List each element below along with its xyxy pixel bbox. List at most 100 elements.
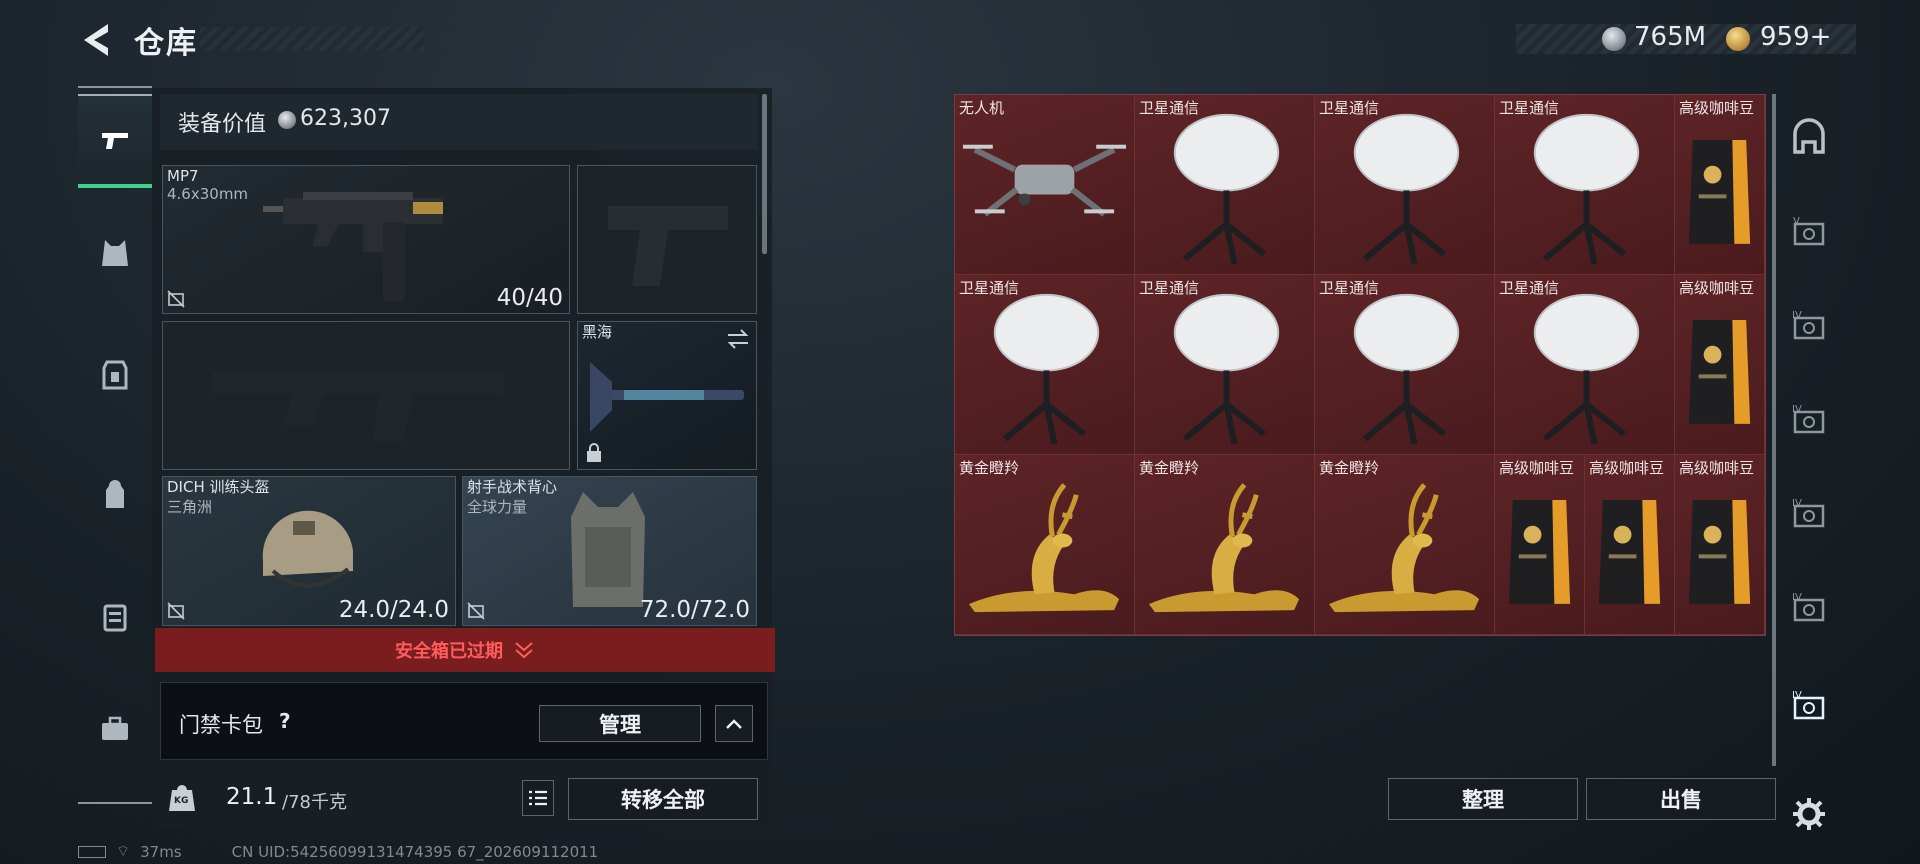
armor-durability: 72.0/72.0: [639, 597, 750, 623]
tab-armor[interactable]: [78, 328, 152, 422]
item-name: 高级咖啡豆: [1679, 99, 1755, 117]
weight-icon: KG: [168, 782, 196, 812]
pistol-icon: [102, 133, 128, 149]
chevron-up-icon: [726, 718, 742, 729]
safebox-expired-bar[interactable]: 安全箱已过期: [155, 628, 775, 672]
melee-slot[interactable]: 黑海: [577, 321, 757, 470]
page-title: 仓库: [134, 26, 198, 61]
item-name: 黄金瞪羚: [1139, 459, 1200, 477]
item-name: 卫星通信: [1499, 99, 1560, 117]
lock-icon: [587, 443, 601, 462]
manage-button[interactable]: 管理: [539, 705, 701, 742]
keycard-label: 门禁卡包: [179, 713, 263, 737]
keycard-pack-bar: 门禁卡包 ? 管理: [160, 682, 768, 760]
armor-brand: 全球力量: [467, 498, 528, 516]
inventory-item-coffee[interactable]: 高级咖啡豆: [1495, 455, 1585, 635]
sell-button[interactable]: 出售: [1586, 778, 1776, 820]
tab-safebox[interactable]: [78, 682, 152, 776]
transfer-all-button[interactable]: 转移全部: [568, 778, 758, 820]
silver-coin-icon: [1602, 27, 1626, 51]
wifi-icon: ⌔: [116, 842, 131, 860]
inventory-item-gazelle[interactable]: 黄金瞪羚: [955, 455, 1135, 635]
title-decoration: [200, 27, 425, 51]
tab-backpack[interactable]: [78, 448, 152, 542]
pouch-icon: [103, 604, 127, 632]
inventory-item-dish[interactable]: 卫星通信: [1315, 275, 1495, 455]
list-view-button[interactable]: [522, 780, 554, 816]
armor-icon: [102, 360, 128, 390]
inventory-item-coffee[interactable]: 高级咖啡豆: [1675, 275, 1765, 455]
right-tab-2[interactable]: IV: [1776, 282, 1842, 370]
inventory-item-dish[interactable]: 卫星通信: [1315, 95, 1495, 275]
weight-current: 21.1: [226, 784, 278, 810]
armor-slot[interactable]: 射手战术背心 全球力量 72.0/72.0: [462, 476, 757, 626]
item-name: 黄金瞪羚: [1319, 459, 1380, 477]
inventory-item-coffee[interactable]: 高级咖啡豆: [1675, 95, 1765, 275]
coffee-image: [1688, 320, 1751, 424]
inventory-item-coffee[interactable]: 高级咖啡豆: [1585, 455, 1675, 635]
secondary-weapon-slot-empty[interactable]: [162, 321, 570, 470]
right-tab-7[interactable]: [1776, 770, 1842, 858]
inventory-item-coffee[interactable]: 高级咖啡豆: [1675, 455, 1765, 635]
armor-name: 射手战术背心: [467, 478, 558, 496]
battery-icon: [78, 845, 106, 858]
primary-weapon-slot[interactable]: MP7 4.6x30mm 40/40: [162, 165, 570, 314]
right-tab-1[interactable]: V: [1776, 188, 1842, 276]
pistol-slot-empty[interactable]: [577, 165, 757, 314]
axe-image: [590, 362, 744, 432]
back-button[interactable]: [78, 20, 112, 60]
item-name: 卫星通信: [1499, 279, 1560, 297]
inventory-item-gazelle[interactable]: 黄金瞪羚: [1315, 455, 1495, 635]
inventory-item-gazelle[interactable]: 黄金瞪羚: [1135, 455, 1315, 635]
case-v-icon: V: [1793, 216, 1825, 246]
coffee-image: [1688, 500, 1751, 604]
dish-image: [1353, 113, 1460, 265]
weapon-name: MP7: [167, 167, 199, 185]
help-icon[interactable]: ?: [279, 709, 291, 733]
weapon-ammo: 40/40: [496, 285, 563, 311]
right-tab-5[interactable]: IV: [1776, 564, 1842, 652]
right-tab-4[interactable]: IV: [1776, 470, 1842, 558]
case-iv-icon: IV: [1792, 310, 1825, 340]
rifle-silhouette-icon: [213, 372, 503, 442]
item-name: 卫星通信: [1139, 99, 1200, 117]
right-tab-6[interactable]: IV: [1776, 662, 1842, 750]
right-tab-0[interactable]: [1776, 94, 1842, 182]
no-insurance-icon: [167, 602, 185, 620]
back-arrow-icon: [84, 24, 108, 56]
case-iv-icon: IV: [1792, 592, 1825, 622]
helmet-slot[interactable]: DICH 训练头盔 三角洲 24.0/24.0: [162, 476, 456, 626]
melee-name: 黑海: [582, 323, 613, 341]
left-tab-rail: [78, 86, 152, 808]
svg-text:IV: IV: [1792, 310, 1802, 321]
no-insurance-icon: [167, 290, 185, 308]
mp7-image: [263, 192, 443, 302]
inventory-item-dish[interactable]: 卫星通信: [1135, 95, 1315, 275]
inventory-item-drone[interactable]: 无人机: [955, 95, 1135, 275]
inventory-item-dish[interactable]: 卫星通信: [1495, 95, 1675, 275]
tab-pouch[interactable]: [78, 570, 152, 664]
inventory-item-dish[interactable]: 卫星通信: [1135, 275, 1315, 455]
sort-button[interactable]: 整理: [1388, 778, 1578, 820]
weight-max: /78千克: [282, 792, 347, 813]
swap-icon[interactable]: [726, 328, 750, 350]
tab-weapons[interactable]: [78, 94, 152, 188]
right-tab-3[interactable]: IV: [1776, 376, 1842, 464]
inventory-item-dish[interactable]: 卫星通信: [955, 275, 1135, 455]
storage-icon: [1793, 118, 1825, 154]
coffee-image: [1688, 140, 1751, 244]
coffee-image: [1508, 500, 1571, 604]
briefcase-icon: [102, 716, 128, 740]
collapse-button[interactable]: [715, 705, 753, 742]
gazelle-image: [1148, 483, 1300, 613]
dish-image: [1173, 113, 1280, 265]
item-name: 卫星通信: [959, 279, 1020, 297]
tab-vest[interactable]: [78, 206, 152, 300]
backpack-icon: [106, 480, 124, 508]
gold-amount[interactable]: 959+: [1760, 22, 1831, 52]
silver-coin-icon: [278, 111, 296, 129]
coffee-image: [1598, 500, 1661, 604]
equipment-scrollbar[interactable]: [762, 94, 767, 254]
item-name: 高级咖啡豆: [1679, 279, 1755, 297]
inventory-item-dish[interactable]: 卫星通信: [1495, 275, 1675, 455]
